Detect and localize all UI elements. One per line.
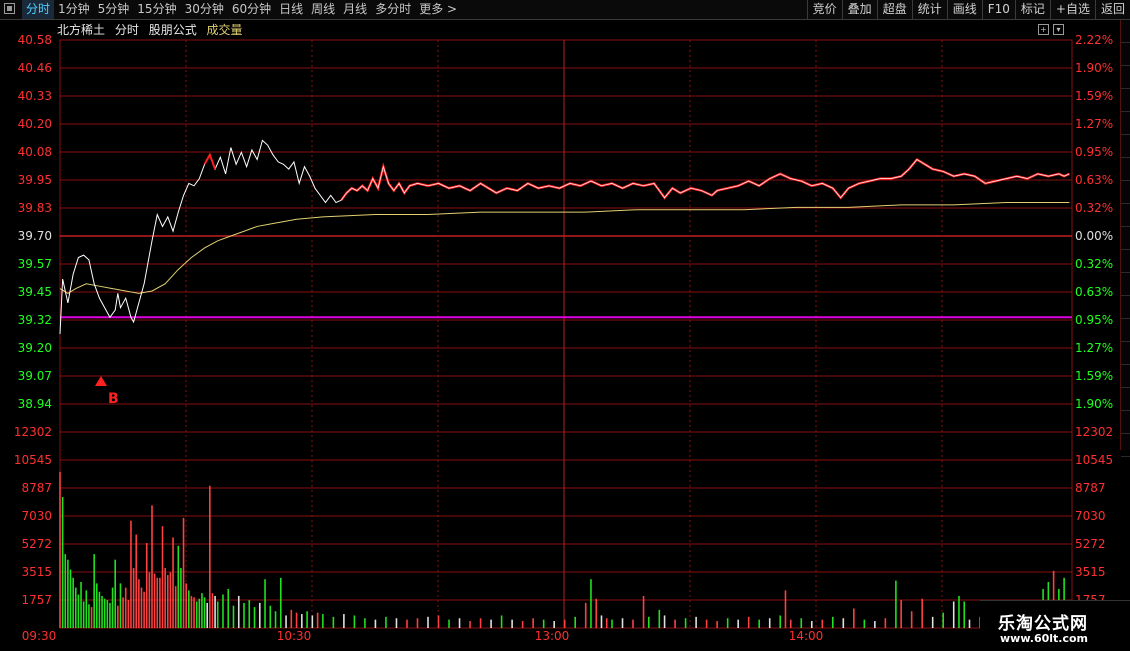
volume-axis-label: 12302 <box>14 425 52 439</box>
percent-axis-label: 1.27% <box>1075 341 1113 355</box>
volume-axis-label-right: 7030 <box>1075 509 1106 523</box>
time-axis-label: 13:00 <box>535 629 570 643</box>
watermark-logo: 乐淘公式网 www.60lt.com <box>980 600 1130 651</box>
percent-axis-label: 0.95% <box>1075 313 1113 327</box>
buy-marker-icon <box>95 376 107 386</box>
buy-marker-label: B <box>108 391 119 407</box>
percent-axis-label: 1.27% <box>1075 117 1113 131</box>
percent-axis-label: 1.90% <box>1075 397 1113 411</box>
watermark-url: www.60lt.com <box>1000 632 1089 645</box>
price-axis-label: 39.95 <box>18 173 52 187</box>
time-axis-label: 09:30 <box>22 629 57 643</box>
volume-axis-label-right: 10545 <box>1075 453 1113 467</box>
price-axis-label: 38.94 <box>18 397 52 411</box>
price-lines <box>59 139 1070 335</box>
percent-axis-label: 0.00% <box>1075 229 1113 243</box>
volume-axis-label-right: 3515 <box>1075 565 1106 579</box>
percent-axis-label: 2.22% <box>1075 33 1113 47</box>
volume-axis-label-right: 5272 <box>1075 537 1106 551</box>
price-axis-label: 40.58 <box>18 33 52 47</box>
grid <box>59 39 1073 629</box>
percent-axis-label: 0.63% <box>1075 173 1113 187</box>
percent-axis-label: 0.63% <box>1075 285 1113 299</box>
price-axis-label: 40.08 <box>18 145 52 159</box>
price-axis-label: 39.07 <box>18 369 52 383</box>
percent-axis-label: 1.59% <box>1075 369 1113 383</box>
volume-axis-label: 8787 <box>21 481 52 495</box>
volume-axis-label-right: 8787 <box>1075 481 1106 495</box>
volume-axis-label-right: 12302 <box>1075 425 1113 439</box>
volume-axis-label: 3515 <box>21 565 52 579</box>
volume-axis-label: 5272 <box>21 537 52 551</box>
price-axis-label: 39.32 <box>18 313 52 327</box>
watermark-title: 乐淘公式网 <box>998 614 1088 634</box>
price-axis-label: 40.33 <box>18 89 52 103</box>
volume-axis-label: 7030 <box>21 509 52 523</box>
price-axis-label: 39.70 <box>18 229 52 243</box>
intraday-chart[interactable]: 40.58 40.46 40.33 40.20 40.08 39.95 39.83 39.70… <box>0 0 1130 650</box>
buy-marker: B <box>95 376 119 407</box>
right-side-panel-edge[interactable] <box>1120 20 1130 457</box>
average-price-line <box>59 202 1070 294</box>
price-axis-label: 39.45 <box>18 285 52 299</box>
time-axis-label: 14:00 <box>789 629 824 643</box>
bottom-strip <box>0 645 980 650</box>
percent-axis-label: 1.90% <box>1075 61 1113 75</box>
price-axis-label: 39.83 <box>18 201 52 215</box>
chart-frame <box>59 39 1073 629</box>
price-line <box>59 139 342 335</box>
price-line-highlight-early <box>203 152 217 170</box>
price-axis-label: 39.20 <box>18 341 52 355</box>
time-axis-label: 10:30 <box>277 629 312 643</box>
percent-axis-label: 1.59% <box>1075 89 1113 103</box>
volume-axis-label: 1757 <box>21 593 52 607</box>
percent-axis-label: 0.32% <box>1075 201 1113 215</box>
volume-bars <box>59 471 1065 628</box>
percent-axis-label: 0.32% <box>1075 257 1113 271</box>
price-axis-label: 39.57 <box>18 257 52 271</box>
percent-axis-label: 0.95% <box>1075 145 1113 159</box>
price-axis-label: 40.20 <box>18 117 52 131</box>
price-axis-label: 40.46 <box>18 61 52 75</box>
volume-axis-label: 10545 <box>14 453 52 467</box>
